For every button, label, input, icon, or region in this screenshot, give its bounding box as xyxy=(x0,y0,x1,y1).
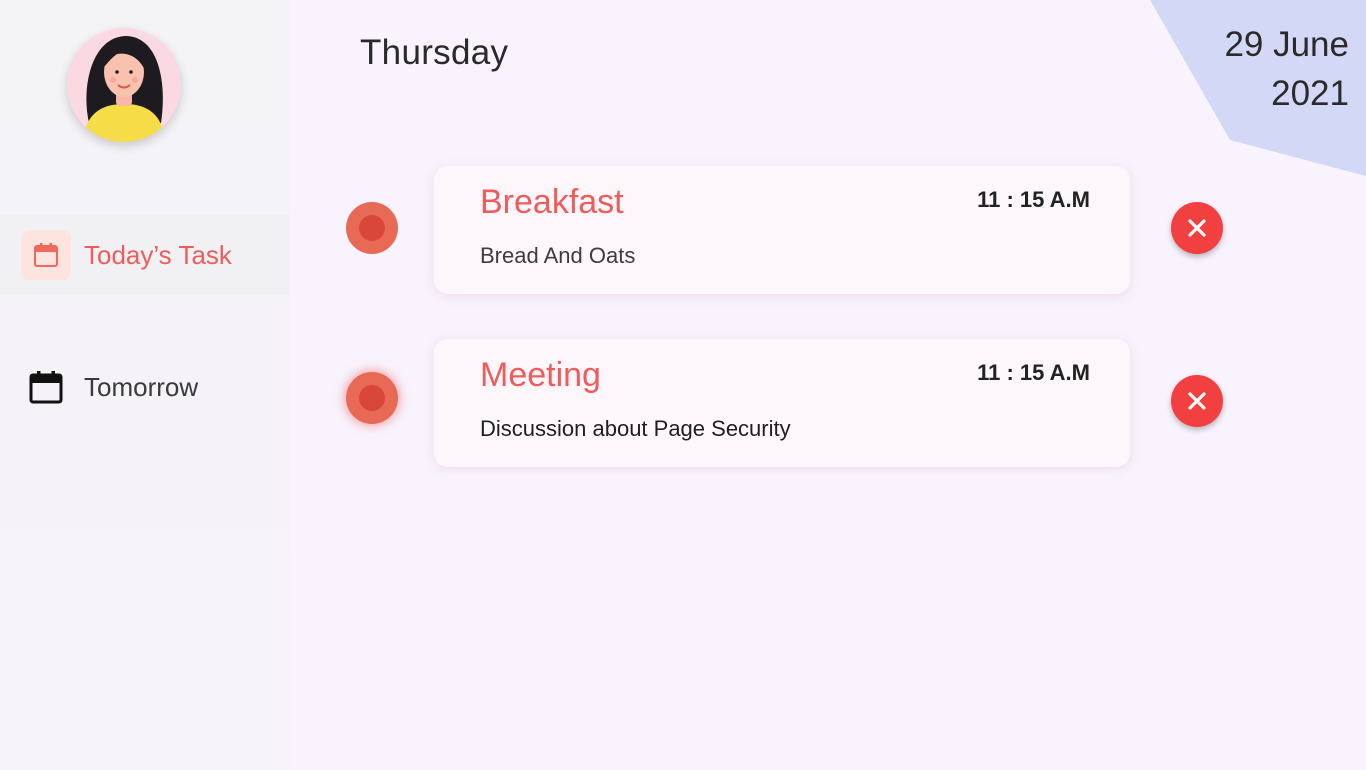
sidebar-item-label: Tomorrow xyxy=(84,371,199,402)
calendar-icon xyxy=(21,362,71,412)
date-line-1: 29 June xyxy=(1224,25,1349,64)
close-icon xyxy=(1188,219,1206,237)
task-status-dot-inner xyxy=(359,215,385,241)
task-description: Bread And Oats xyxy=(480,243,636,268)
delete-task-button[interactable] xyxy=(1171,375,1223,427)
sidebar-item-label: Today’s Task xyxy=(84,239,232,270)
page-title: Thursday xyxy=(360,33,509,72)
task-status-dot-inner xyxy=(359,385,385,411)
date-display: 29 June 2021 xyxy=(1224,20,1349,118)
sidebar-item-todays-task[interactable]: Today’s Task xyxy=(0,215,290,295)
task-status-dot[interactable] xyxy=(346,202,398,254)
task-status-dot[interactable] xyxy=(346,372,398,424)
task-card[interactable]: Breakfast 11 : 15 A.M Bread And Oats xyxy=(434,166,1130,294)
close-icon xyxy=(1188,392,1206,410)
task-time: 11 : 15 A.M xyxy=(977,360,1090,385)
task-card[interactable]: Meeting 11 : 15 A.M Discussion about Pag… xyxy=(434,339,1130,467)
task-title: Meeting xyxy=(480,356,601,394)
task-time: 11 : 15 A.M xyxy=(977,187,1090,212)
date-line-2: 2021 xyxy=(1271,74,1349,113)
user-avatar-icon[interactable] xyxy=(67,28,181,142)
calendar-icon xyxy=(21,230,71,280)
task-description: Discussion about Page Security xyxy=(480,416,791,441)
delete-task-button[interactable] xyxy=(1171,202,1223,254)
task-title: Breakfast xyxy=(480,183,624,221)
sidebar-item-tomorrow[interactable]: Tomorrow xyxy=(0,347,290,427)
sidebar: Today’s Task Tomorrow xyxy=(0,0,290,770)
